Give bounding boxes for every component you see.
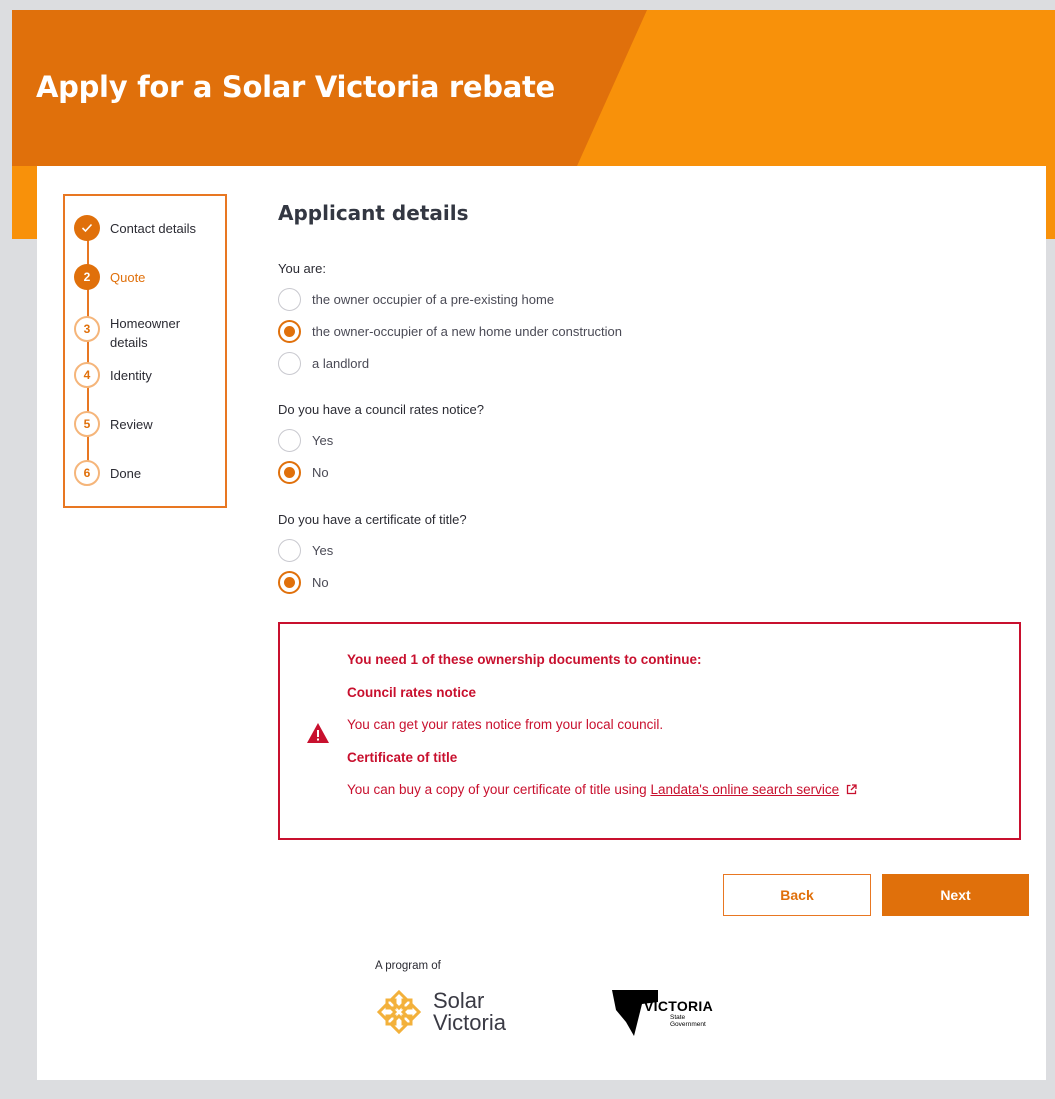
form-card: Contact details 2 Quote 3 Homeowner deta… (37, 166, 1046, 1080)
check-icon (74, 215, 100, 241)
step-done[interactable]: 6 Done (74, 460, 141, 486)
program-of-label: A program of (375, 960, 441, 972)
progress-stepper: Contact details 2 Quote 3 Homeowner deta… (63, 194, 227, 508)
step-number: 4 (74, 362, 100, 388)
radio-label: Yes (312, 433, 334, 448)
section-heading: Applicant details (278, 201, 469, 225)
radio-button[interactable] (278, 429, 301, 452)
back-button[interactable]: Back (723, 874, 871, 916)
alert-doc2-body: You can buy a copy of your certificate o… (347, 782, 651, 797)
step-number: 6 (74, 460, 100, 486)
vic-sub2: Government (670, 1021, 706, 1028)
step-quote[interactable]: 2 Quote (74, 264, 145, 290)
step-label: Contact details (110, 221, 196, 236)
step-label: Review (110, 417, 153, 432)
page-title: Apply for a Solar Victoria rebate (36, 70, 555, 104)
radio-button[interactable] (278, 352, 301, 375)
victoria-government-logo: VICTORIA State Government (612, 988, 713, 1038)
step-label: Quote (110, 270, 146, 285)
radio-label: No (312, 465, 329, 480)
question-you-are: You are: (278, 261, 326, 276)
solar-line1: Solar (433, 988, 485, 1013)
solar-victoria-wordmark: Solar Victoria (433, 990, 506, 1034)
radio-label: No (312, 575, 329, 590)
alert-doc2-text: You can buy a copy of your certificate o… (347, 782, 857, 797)
step-review[interactable]: 5 Review (74, 411, 153, 437)
step-number: 3 (74, 316, 100, 342)
solar-victoria-logo: Solar Victoria (375, 988, 506, 1036)
step-number: 5 (74, 411, 100, 437)
radio-button[interactable] (278, 320, 301, 343)
step-identity[interactable]: 4 Identity (74, 362, 152, 388)
step-label: Identity (110, 368, 152, 383)
radio-label: a landlord (312, 356, 370, 371)
radio-button[interactable] (278, 288, 301, 311)
alert-title: You need 1 of these ownership documents … (347, 652, 702, 667)
warning-icon (307, 723, 329, 743)
solar-victoria-emblem-icon (376, 989, 422, 1035)
step-contact-details[interactable]: Contact details (74, 215, 196, 241)
question-council-rates: Do you have a council rates notice? (278, 402, 484, 417)
radio-button[interactable] (278, 539, 301, 562)
step-label: Done (110, 466, 142, 481)
radio-rates-no[interactable]: No (278, 461, 329, 484)
alert-doc2-title: Certificate of title (347, 750, 458, 765)
external-link-icon (846, 784, 857, 795)
step-homeowner-details[interactable]: 3 Homeowner details (74, 310, 210, 352)
radio-label: the owner occupier of a pre-existing hom… (312, 292, 555, 307)
radio-pre-existing-home[interactable]: the owner occupier of a pre-existing hom… (278, 288, 554, 311)
radio-title-yes[interactable]: Yes (278, 539, 333, 562)
radio-rates-yes[interactable]: Yes (278, 429, 333, 452)
question-certificate-title: Do you have a certificate of title? (278, 512, 467, 527)
alert-doc1-text: You can get your rates notice from your … (347, 717, 664, 732)
vic-sub1: State (670, 1014, 686, 1021)
radio-title-no[interactable]: No (278, 571, 329, 594)
landata-link[interactable]: Landata's online search service (650, 782, 839, 797)
alert-doc1-title: Council rates notice (347, 685, 477, 700)
ownership-error-alert: You need 1 of these ownership documents … (278, 622, 1021, 840)
radio-button[interactable] (278, 461, 301, 484)
radio-label: Yes (312, 543, 334, 558)
radio-new-home[interactable]: the owner-occupier of a new home under c… (278, 320, 622, 343)
next-button[interactable]: Next (882, 874, 1029, 916)
radio-button[interactable] (278, 571, 301, 594)
solar-line2: Victoria (433, 1010, 506, 1035)
victoria-wordmark: VICTORIA State Government (644, 998, 713, 1028)
step-label: Homeowner details (110, 316, 181, 350)
step-number: 2 (74, 264, 100, 290)
vic-main-text: VICTORIA (644, 998, 714, 1014)
radio-landlord[interactable]: a landlord (278, 352, 369, 375)
radio-label: the owner-occupier of a new home under c… (312, 324, 623, 339)
